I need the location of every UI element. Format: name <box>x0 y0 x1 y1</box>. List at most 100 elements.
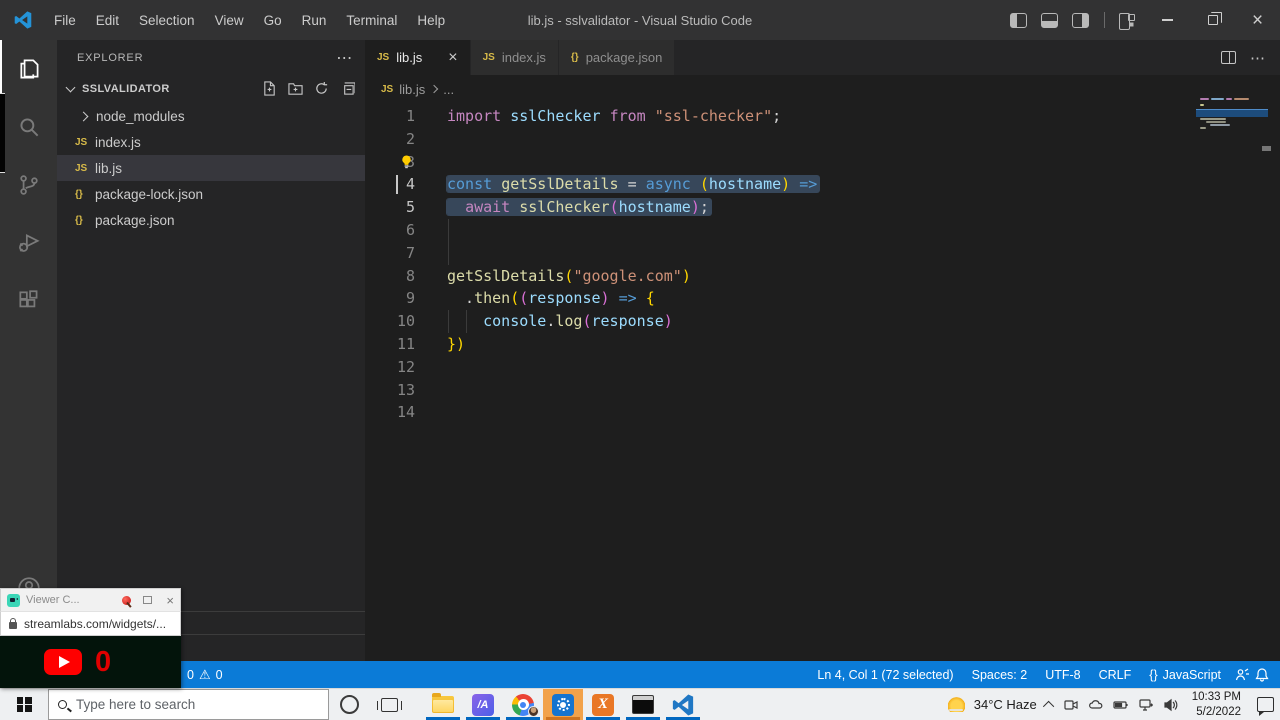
extensions-icon[interactable] <box>0 272 57 330</box>
menu-selection[interactable]: Selection <box>129 9 205 32</box>
xampp-app[interactable]: X <box>583 689 623 720</box>
task-view-button[interactable] <box>369 689 409 720</box>
search-input[interactable] <box>76 697 276 712</box>
terminal-app[interactable] <box>623 689 663 720</box>
restore-button[interactable] <box>1190 0 1235 40</box>
menu-go[interactable]: Go <box>254 9 292 32</box>
explorer-view-icon[interactable] <box>0 40 57 98</box>
breadcrumb-file[interactable]: lib.js <box>399 82 425 97</box>
customize-layout-icon[interactable] <box>1119 13 1135 28</box>
new-folder-icon[interactable] <box>288 81 303 96</box>
viewer-close-icon[interactable]: × <box>166 594 174 607</box>
taskbar-clock[interactable]: 10:33 PM 5/2/2022 <box>1188 690 1245 719</box>
tab-package.json[interactable]: {}package.json <box>559 40 675 75</box>
windows-logo-icon <box>17 697 32 712</box>
file-index.js[interactable]: JSindex.js <box>57 129 365 155</box>
folder-section-label: SSLVALIDATOR <box>82 83 170 95</box>
code-line-5[interactable]: 5 await sslChecker(hostname); <box>365 196 1280 219</box>
toggle-sidebar-icon[interactable] <box>1010 13 1027 28</box>
feedback-icon[interactable] <box>1234 667 1250 683</box>
code-line-9[interactable]: 9 .then((response) => { <box>365 287 1280 310</box>
editor-more-icon[interactable]: ⋯ <box>1250 49 1266 67</box>
minimap[interactable] <box>1200 98 1254 130</box>
tray-expand-icon[interactable] <box>1043 700 1054 711</box>
code-line-4[interactable]: 4const getSslDetails = async (hostname) … <box>365 173 1280 196</box>
toggle-secondary-sidebar-icon[interactable] <box>1072 13 1089 28</box>
status-utf-8[interactable]: UTF-8 <box>1036 668 1089 682</box>
code-line-1[interactable]: 1import sslChecker from "ssl-checker"; <box>365 105 1280 128</box>
toggle-panel-icon[interactable] <box>1041 13 1058 28</box>
file-lib.js[interactable]: JSlib.js <box>57 155 365 181</box>
line-content: .then((response) => { <box>415 287 655 310</box>
status-javascript[interactable]: {}JavaScript <box>1140 668 1230 682</box>
network-icon[interactable] <box>1138 697 1154 713</box>
breadcrumb-more[interactable]: ... <box>443 82 454 97</box>
code-line-11[interactable]: 11}) <box>365 333 1280 356</box>
menu-view[interactable]: View <box>205 9 254 32</box>
meet-now-icon[interactable] <box>1063 697 1079 713</box>
activity-bar <box>0 40 57 661</box>
new-file-icon[interactable] <box>262 81 277 96</box>
close-tab-icon[interactable]: × <box>448 49 457 67</box>
indent-guide-line <box>448 310 449 333</box>
tab-lib.js[interactable]: JSlib.js× <box>365 40 471 75</box>
overview-ruler-marker <box>1262 146 1271 151</box>
status-label: Spaces: 2 <box>972 668 1028 682</box>
battery-icon[interactable] <box>1113 697 1129 713</box>
viewer-window-titlebar[interactable]: Viewer C... × <box>0 588 181 611</box>
code-line-12[interactable]: 12 <box>365 356 1280 379</box>
chrome-app[interactable] <box>503 689 543 720</box>
breadcrumb[interactable]: JS lib.js ... <box>365 75 1280 103</box>
close-button[interactable]: × <box>1235 0 1280 40</box>
ia-app[interactable]: /A <box>463 689 503 720</box>
file-package-lock.json[interactable]: {}package-lock.json <box>57 181 365 207</box>
code-line-10[interactable]: 10 console.log(response) <box>365 310 1280 333</box>
file-package.json[interactable]: {}package.json <box>57 207 365 233</box>
taskbar-search[interactable] <box>48 689 329 720</box>
status-ln-4-col-1-72-selected-[interactable]: Ln 4, Col 1 (72 selected) <box>808 668 962 682</box>
minimize-button[interactable] <box>1145 0 1190 40</box>
lightbulb-icon[interactable] <box>399 154 414 170</box>
menu-run[interactable]: Run <box>292 9 337 32</box>
menu-edit[interactable]: Edit <box>86 9 129 32</box>
tab-index.js[interactable]: JSindex.js <box>471 40 559 75</box>
menu-help[interactable]: Help <box>407 9 455 32</box>
file-explorer-app[interactable] <box>423 689 463 720</box>
search-icon[interactable] <box>0 98 57 156</box>
explorer-more-icon[interactable]: ⋯ <box>336 48 353 68</box>
refresh-icon[interactable] <box>314 81 329 96</box>
line-number: 1 <box>365 105 415 128</box>
viewer-url[interactable]: streamlabs.com/widgets/... <box>24 617 166 631</box>
run-debug-icon[interactable] <box>0 214 57 272</box>
folder-section-header[interactable]: SSLVALIDATOR <box>57 76 365 101</box>
weather-text[interactable]: 34°C Haze <box>974 697 1037 712</box>
file-node_modules[interactable]: node_modules <box>57 103 365 129</box>
code-line-6[interactable]: 6 <box>365 219 1280 242</box>
cortana-button[interactable] <box>329 689 369 720</box>
collapse-all-icon[interactable] <box>340 81 355 96</box>
viewer-maximize-icon[interactable] <box>143 596 152 604</box>
viewer-url-bar[interactable]: streamlabs.com/widgets/... <box>0 611 181 636</box>
clock-date: 5/2/2022 <box>1192 705 1241 719</box>
notifications-bell-icon[interactable] <box>1254 667 1270 683</box>
code-line-8[interactable]: 8getSslDetails("google.com") <box>365 265 1280 288</box>
streamlabs-app[interactable] <box>543 689 583 720</box>
onedrive-cloud-icon[interactable] <box>1088 697 1104 713</box>
start-button[interactable] <box>0 689 48 720</box>
status-spaces-2[interactable]: Spaces: 2 <box>963 668 1037 682</box>
pin-icon[interactable] <box>122 596 131 605</box>
code-line-13[interactable]: 13 <box>365 379 1280 402</box>
vscode-app[interactable] <box>663 689 703 720</box>
indent-guide-line <box>448 219 449 242</box>
menu-file[interactable]: File <box>44 9 86 32</box>
split-editor-icon[interactable] <box>1221 51 1236 64</box>
code-line-14[interactable]: 14 <box>365 401 1280 424</box>
code-line-2[interactable]: 2 <box>365 128 1280 151</box>
volume-icon[interactable] <box>1163 697 1179 713</box>
action-center-icon[interactable] <box>1257 697 1274 712</box>
code-line-7[interactable]: 7 <box>365 242 1280 265</box>
menu-terminal[interactable]: Terminal <box>336 9 407 32</box>
source-control-icon[interactable] <box>0 156 57 214</box>
status-crlf[interactable]: CRLF <box>1090 668 1141 682</box>
code-line-3[interactable]: 3 <box>365 151 1280 174</box>
